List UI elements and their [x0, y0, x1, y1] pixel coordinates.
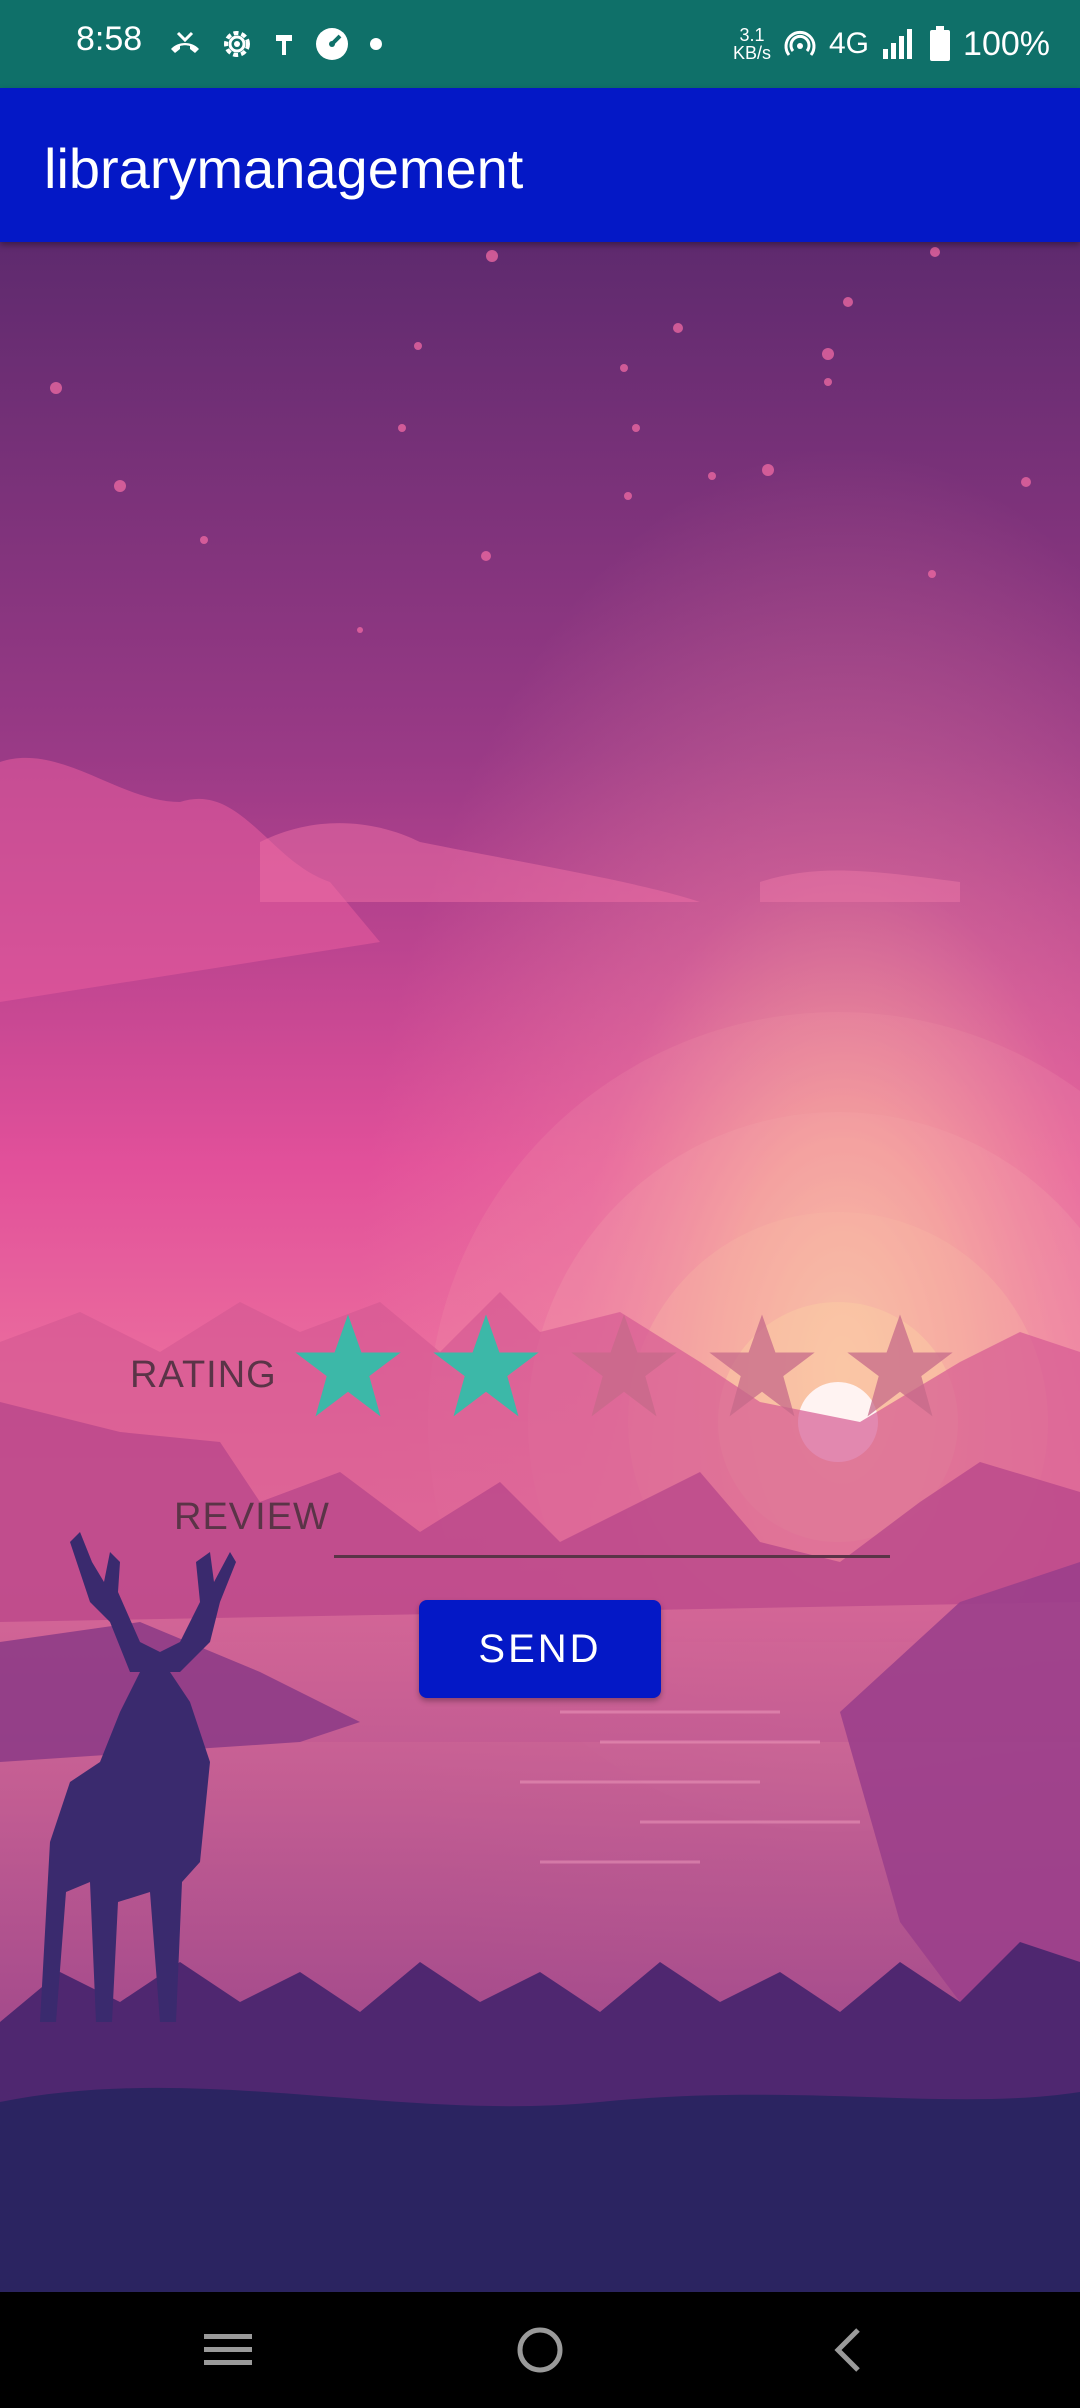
star-filled-icon[interactable]	[430, 1310, 542, 1422]
review-label: REVIEW	[174, 1496, 330, 1538]
home-icon[interactable]	[510, 2320, 570, 2380]
hotspot-icon	[784, 30, 816, 56]
star-empty-icon[interactable]	[844, 1310, 956, 1422]
dot-icon	[370, 38, 382, 50]
content-area: RATING REVIEW SEND	[0, 242, 1080, 2292]
star-empty-icon[interactable]	[706, 1310, 818, 1422]
send-button[interactable]: SEND	[419, 1600, 661, 1698]
battery-percent: 100%	[963, 24, 1050, 63]
status-bar: 8:58 3.1 KB/s 4G 100%	[0, 0, 1080, 88]
status-time: 8:58	[76, 20, 143, 58]
background-illustration	[0, 242, 1080, 2292]
review-input[interactable]	[334, 1490, 890, 1558]
status-right: 3.1 KB/s 4G 100%	[733, 18, 1050, 70]
net-speed-value: 3.1	[739, 25, 765, 45]
net-speed: 3.1 KB/s	[733, 26, 771, 62]
missed-call-icon	[171, 31, 199, 53]
signal-icon	[883, 29, 913, 59]
menu-icon[interactable]	[198, 2320, 258, 2380]
speedometer-icon	[316, 28, 348, 60]
star-empty-icon[interactable]	[568, 1310, 680, 1422]
app-bar: librarymanagement	[0, 88, 1080, 242]
settings-icon	[224, 31, 250, 57]
navigation-bar	[0, 2292, 1080, 2408]
battery-icon	[930, 26, 951, 61]
network-type: 4G	[829, 27, 870, 60]
usb-icon	[276, 35, 292, 55]
back-icon[interactable]	[820, 2320, 880, 2380]
app-title: librarymanagement	[44, 137, 524, 200]
rating-bar[interactable]	[292, 1310, 956, 1422]
net-speed-unit: KB/s	[732, 43, 771, 63]
status-left-icons	[168, 24, 384, 64]
star-filled-icon[interactable]	[292, 1310, 404, 1422]
rating-label: RATING	[130, 1354, 277, 1396]
